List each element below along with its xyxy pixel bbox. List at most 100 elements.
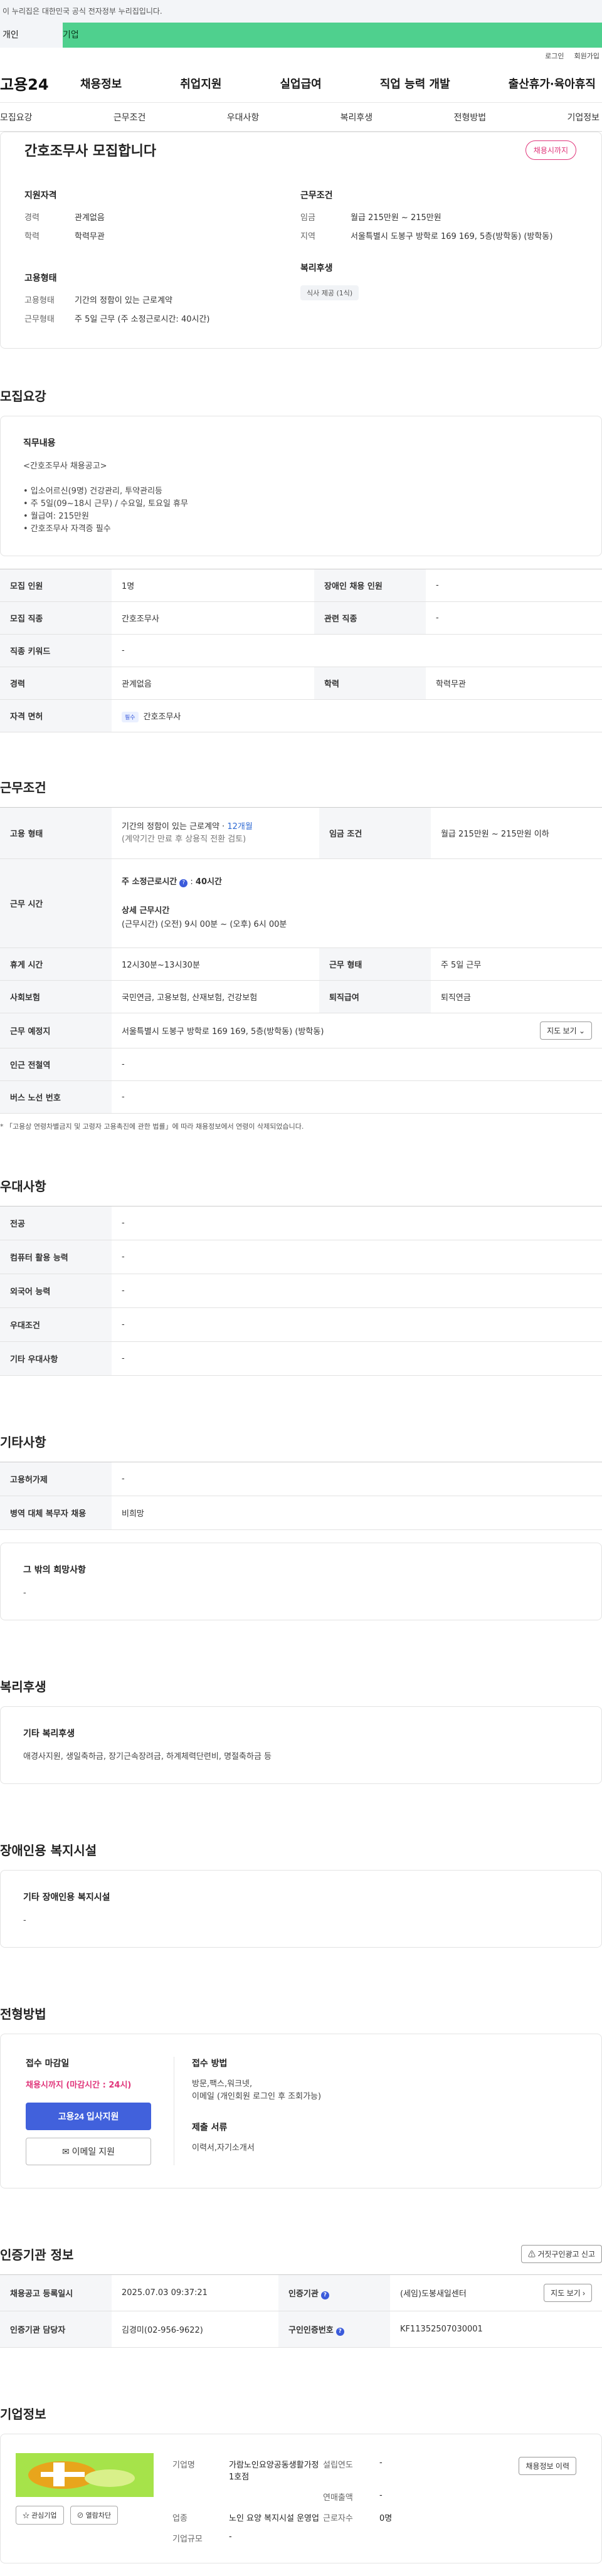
duty-box: 직무내용 <간호조무사 채용공고> • 입소어르신(9명) 건강관리, 투약관리… [0,416,602,556]
table-cell: KF11352507030001 [400,2325,483,2334]
founded-value: - [379,2458,383,2468]
size-label: 기업규모 [172,2535,203,2544]
table-cell: 월급 215만원 ~ 215만원 이하 [440,830,549,839]
utility-menu: 로그인 회원가입 [0,48,602,64]
cert-map-button[interactable]: 지도 보기 › [544,2284,592,2302]
table-header: 퇴직급여 [319,980,431,1013]
welfare-box-value: 애경사지원, 생일축하금, 장기근속장려금, 하계체력단련비, 명절축하금 등 [23,1752,272,1761]
welfare-title: 복리후생 [300,263,333,273]
block-icon: ⊘ [77,2512,84,2520]
table-cell: - [122,1252,125,1262]
table-header: 모집 인원 [0,569,112,602]
nav-unemployment[interactable]: 실업급여 [280,75,322,92]
place-value: 서울특별시 도봉구 방학로 169 169, 5층(방학동) (방학동) [122,1027,324,1037]
deadline-badge: 채용시까지 [525,140,576,160]
hiring-history-button[interactable]: 채용정보 이력 [519,2457,576,2475]
main-nav: 채용정보 취업지원 실업급여 직업 능력 개발 출산휴가·육아휴직 [80,75,602,92]
work-value: 주 5일 근무 (주 소정근로시간: 40시간) [75,315,210,324]
login-link[interactable]: 로그인 [545,51,564,61]
hours-label: 주 소정근로시간 [122,877,177,887]
map-button[interactable]: 지도 보기 ⌄ [540,1021,592,1040]
table-cell: - [436,613,439,623]
table-header: 직종 키워드 [0,634,112,667]
cert-table: 채용공고 등록일시 2025.07.03 09:37:21 인증기관? (세임)… [0,2274,602,2348]
nav-training[interactable]: 직업 능력 개발 [380,75,450,92]
table-header: 전공 [0,1206,112,1240]
site-logo[interactable]: 고용24 [0,72,80,94]
wage-value: 월급 215만원 ~ 215만원 [351,213,441,223]
interest-company-button[interactable]: ☆ 관심기업 [16,2506,64,2525]
table-cell: - [122,646,125,655]
table-cell: 국민연금, 고용보험, 산재보험, 건강보험 [122,993,258,1003]
nav-employment-support[interactable]: 취업지원 [180,75,221,92]
table-header: 근무 예정지 [0,1013,112,1048]
deadline-value: 채용시까지 (마감시간 : 24시) [26,2081,132,2090]
welfare-section-title: 복리후생 [0,1679,46,1694]
table-cell: - [122,1320,125,1329]
join-link[interactable]: 회원가입 [574,51,599,61]
nav-leave[interactable]: 출산휴가·육아휴직 [509,75,596,92]
apply-button[interactable]: 고용24 입사지원 [26,2103,151,2130]
work-table: 고용 형태 기간의 정함이 있는 근로계약 · 12개월 (계약기간 만료 후 … [0,807,602,1114]
table-header: 구인인증번호? [278,2311,390,2348]
company-logo [16,2453,154,2497]
question-icon[interactable]: ? [179,879,188,887]
anchor-work[interactable]: 근무조건 [114,111,146,124]
anchor-recruit[interactable]: 모집요강 [0,111,33,124]
anchor-apply[interactable]: 전형방법 [454,111,487,124]
work-label: 근무형태 [24,315,55,324]
employees-value: 0명 [379,2514,393,2523]
pref-table: 전공 - 컴퓨터 활용 능력 - 외국어 능력 - 우대조건 - 기타 우대사항 - [0,1206,602,1376]
table-cell: 1명 [122,582,135,591]
nav-jobs[interactable]: 채용정보 [80,75,122,92]
table-header: 인증기관? [278,2274,390,2311]
work-section-title: 근무조건 [0,780,46,795]
table-header: 고용 형태 [0,807,112,859]
time-cell: 주 소정근로시간? : 40시간 상세 근무시간 (근무시간) (오전) 9시 … [112,859,602,948]
disabled-box-title: 기타 장애인용 복지시설 [23,1892,110,1903]
hours-value: 40시간 [195,877,222,887]
disabled-box: 기타 장애인용 복지시설 - [0,1870,602,1948]
qual-title: 지원자격 [24,191,57,201]
report-button[interactable]: ⚠ 거짓구인광고 신고 [520,2245,602,2263]
top-tabs: 개인 기업 [0,23,602,48]
method-value: 방문,팩스,워크넷, 이메일 (개인회원 로그인 후 조회가능) [192,2079,322,2101]
table-cell: - [122,1286,125,1296]
anchor-company[interactable]: 기업정보 [567,111,599,124]
table-header: 외국어 능력 [0,1274,112,1308]
required-badge: 필수 [122,711,139,722]
mail-icon: ✉ [62,2146,70,2156]
table-cell: 12시30분~13시30분 [122,961,200,970]
email-apply-button[interactable]: ✉ 이메일 지원 [26,2138,151,2165]
etc-box-value: - [23,1588,26,1598]
chevron-right-icon: › [583,2289,585,2298]
question-icon[interactable]: ? [335,2327,344,2336]
question-icon[interactable]: ? [320,2291,329,2299]
anchor-tabs: 모집요강 근무조건 우대사항 복리후생 전형방법 기업정보 [0,103,602,132]
company-name-value: 가람노인요양공동생활가정1호점 [229,2461,319,2482]
star-icon: ☆ [23,2512,29,2520]
anchor-pref[interactable]: 우대사항 [227,111,260,124]
apply-section-title: 전형방법 [0,2007,46,2022]
duty-line: • 월급여: 215만원 [23,512,89,521]
site-header: 고용24 채용정보 취업지원 실업급여 직업 능력 개발 출산휴가·육아휴직 [0,64,602,103]
apply-box: 접수 마감일 채용시까지 (마감시간 : 24시) 고용24 입사지원 ✉ 이메… [0,2034,602,2188]
employ-value: 기간의 정함이 있는 근로계약 [75,296,172,305]
anchor-welfare[interactable]: 복리후생 [341,111,373,124]
table-header: 병역 대체 복무자 채용 [0,1496,112,1530]
cond-title: 근무조건 [300,191,333,201]
table-header: 우대조건 [0,1307,112,1342]
recruit-section-title: 모집요강 [0,389,46,404]
table-cell: 비희망 [122,1509,144,1519]
tab-personal[interactable]: 개인 [0,23,63,48]
place-cell: 서울특별시 도봉구 방학로 169 169, 5층(방학동) (방학동) 지도 … [112,1013,602,1048]
block-view-button[interactable]: ⊘ 열람차단 [70,2506,119,2525]
company-section-title: 기업정보 [0,2407,46,2422]
job-summary-card: 간호조무사 모집합니다 채용시까지 지원자격 경력 관계없음 학력 학력무관 고용형… [0,132,602,349]
tab-company[interactable]: 기업 [63,23,602,48]
duty-content: <간호조무사 채용공고> • 입소어르신(9명) 건강관리, 투약관리등 • 주… [23,460,579,536]
duty-line: • 입소어르신(9명) 건강관리, 투약관리등 [23,487,163,496]
table-header: 휴게 시간 [0,948,112,981]
recruit-table: 모집 인원 1명 장애인 채용 인원 - 모집 직종 간호조무사 관련 직종 - 직종 키워… [0,569,602,732]
table-cell: 관계없음 [122,680,152,689]
